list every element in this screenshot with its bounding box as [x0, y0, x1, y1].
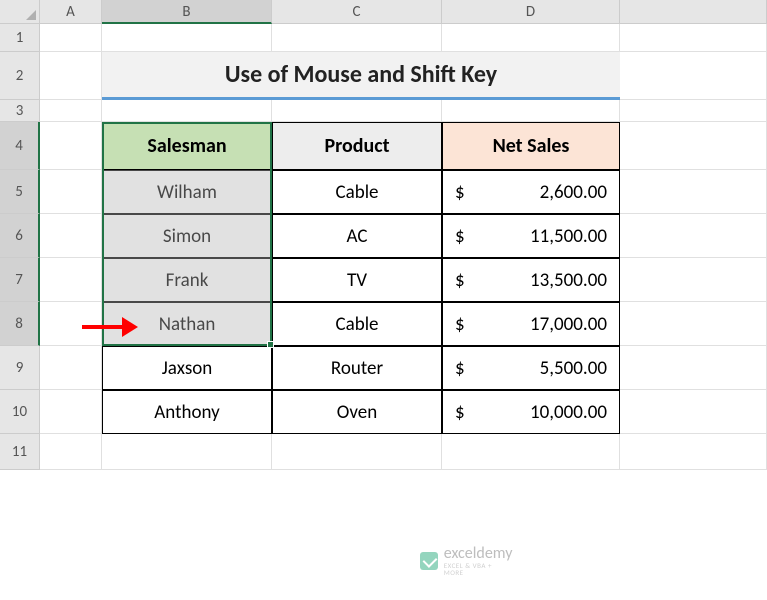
sales-value: 11,500.00 — [530, 225, 607, 248]
column-headers: A B C D — [0, 0, 767, 24]
select-all-corner[interactable] — [0, 0, 40, 24]
col-header-e[interactable] — [620, 0, 767, 24]
cell-sales[interactable]: $2,600.00 — [442, 170, 620, 214]
cell-salesman[interactable]: Jaxson — [102, 346, 272, 390]
cell-product[interactable]: Router — [272, 346, 442, 390]
sales-value: 13,500.00 — [530, 269, 607, 292]
currency-symbol: $ — [455, 401, 465, 424]
header-salesman[interactable]: Salesman — [102, 122, 272, 170]
spreadsheet-view: A B C D 1 2 3 4 5 6 7 8 9 10 11 U — [0, 0, 767, 600]
row-header-3[interactable]: 3 — [0, 100, 40, 122]
cell-product[interactable]: AC — [272, 214, 442, 258]
cell-salesman[interactable]: Anthony — [102, 390, 272, 434]
watermark: exceldemy EXCEL & VBA + MORE — [420, 546, 513, 576]
cell-product[interactable]: Oven — [272, 390, 442, 434]
cell-product[interactable]: Cable — [272, 170, 442, 214]
cell-product[interactable]: TV — [272, 258, 442, 302]
cell-product[interactable]: Cable — [272, 302, 442, 346]
data-table: Salesman Product Net Sales Wilham Cable … — [102, 122, 620, 434]
header-product[interactable]: Product — [272, 122, 442, 170]
currency-symbol: $ — [455, 225, 465, 248]
sales-value: 10,000.00 — [530, 401, 607, 424]
row-header-9[interactable]: 9 — [0, 346, 40, 390]
col-header-c[interactable]: C — [272, 0, 442, 24]
table-row: Nathan Cable $17,000.00 — [102, 302, 620, 346]
cell-salesman[interactable]: Frank — [102, 258, 272, 302]
watermark-icon — [420, 552, 438, 570]
table-row: Anthony Oven $10,000.00 — [102, 390, 620, 434]
row-headers: 1 2 3 4 5 6 7 8 9 10 11 — [0, 24, 40, 470]
cell-sales[interactable]: $10,000.00 — [442, 390, 620, 434]
cell-sales[interactable]: $5,500.00 — [442, 346, 620, 390]
row-header-6[interactable]: 6 — [0, 214, 40, 258]
table-header-row: Salesman Product Net Sales — [102, 122, 620, 170]
page-title[interactable]: Use of Mouse and Shift Key — [102, 52, 620, 100]
sales-value: 2,600.00 — [540, 181, 607, 204]
cell-sales[interactable]: $17,000.00 — [442, 302, 620, 346]
annotation-arrow-icon — [82, 317, 138, 337]
cell-sales[interactable]: $11,500.00 — [442, 214, 620, 258]
table-row: Simon AC $11,500.00 — [102, 214, 620, 258]
watermark-subtitle: EXCEL & VBA + MORE — [444, 562, 513, 576]
table-row: Frank TV $13,500.00 — [102, 258, 620, 302]
col-header-a[interactable]: A — [40, 0, 102, 24]
row-header-1[interactable]: 1 — [0, 24, 40, 52]
table-row: Jaxson Router $5,500.00 — [102, 346, 620, 390]
currency-symbol: $ — [455, 357, 465, 380]
cell-sales[interactable]: $13,500.00 — [442, 258, 620, 302]
col-header-d[interactable]: D — [442, 0, 620, 24]
currency-symbol: $ — [455, 181, 465, 204]
row-header-7[interactable]: 7 — [0, 258, 40, 302]
header-net-sales[interactable]: Net Sales — [442, 122, 620, 170]
cell-salesman[interactable]: Simon — [102, 214, 272, 258]
watermark-text: exceldemy — [444, 546, 513, 562]
row-header-10[interactable]: 10 — [0, 390, 40, 434]
table-row: Wilham Cable $2,600.00 — [102, 170, 620, 214]
cell-salesman[interactable]: Wilham — [102, 170, 272, 214]
row-header-4[interactable]: 4 — [0, 122, 40, 170]
row-header-5[interactable]: 5 — [0, 170, 40, 214]
sales-value: 5,500.00 — [540, 357, 607, 380]
row-header-11[interactable]: 11 — [0, 434, 40, 470]
currency-symbol: $ — [455, 269, 465, 292]
currency-symbol: $ — [455, 313, 465, 336]
row-header-2[interactable]: 2 — [0, 52, 40, 100]
row-header-8[interactable]: 8 — [0, 302, 40, 346]
col-header-b[interactable]: B — [102, 0, 272, 24]
sales-value: 17,000.00 — [530, 313, 607, 336]
